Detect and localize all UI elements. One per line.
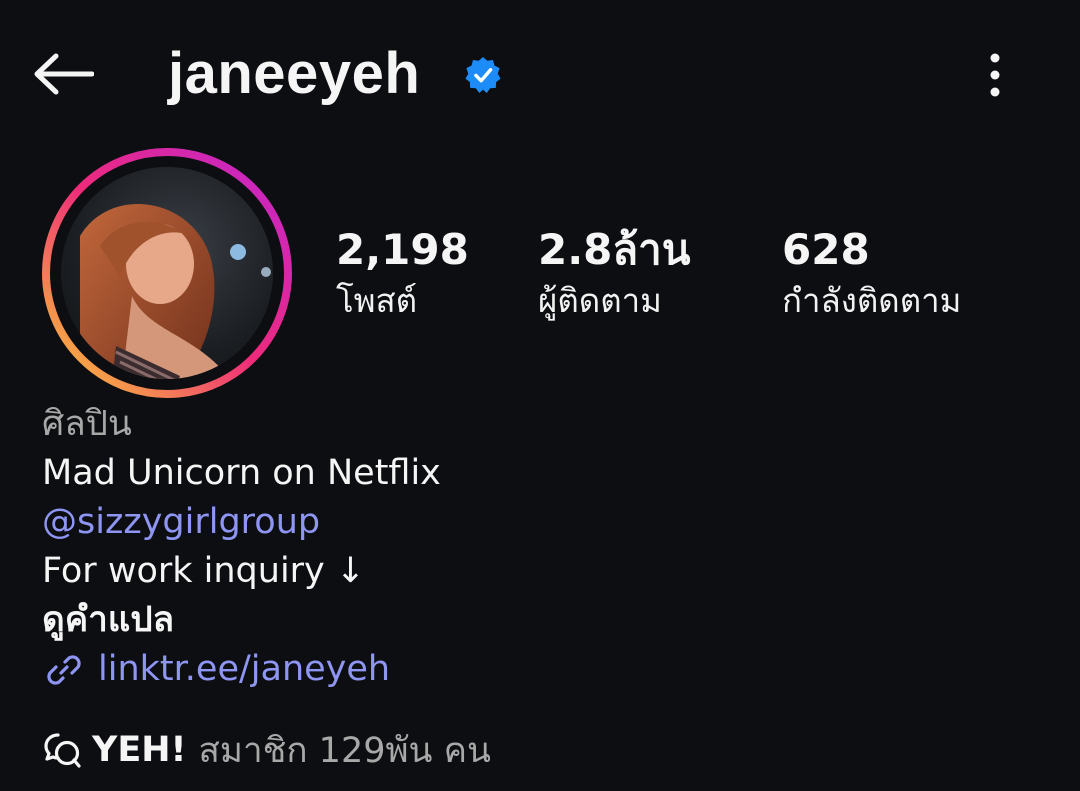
profile-category: ศิลปิน <box>42 404 132 444</box>
see-translation-button[interactable]: ดูคำแปล <box>42 596 1042 645</box>
followers-stat[interactable]: 2.8ล้าน ผู้ติดตาม <box>538 222 690 324</box>
arrow-left-icon <box>34 53 94 95</box>
bio-line-netflix: Mad Unicorn on Netflix <box>42 453 441 493</box>
verified-badge-icon <box>465 56 501 94</box>
profile-username: janeeyeh <box>168 41 421 106</box>
posts-label: โพสต์ <box>336 281 418 320</box>
posts-count: 2,198 <box>336 225 469 274</box>
profile-website-link[interactable]: linktr.ee/janeyeh <box>42 645 1042 694</box>
top-bar: janeeyeh <box>0 0 1080 150</box>
followers-label: ผู้ติดตาม <box>538 281 662 320</box>
followers-count: 2.8ล้าน <box>538 225 691 274</box>
link-icon <box>47 654 81 685</box>
chat-bubbles-icon <box>44 733 81 768</box>
website-link-text: linktr.ee/janeyeh <box>98 649 391 689</box>
following-count: 628 <box>782 225 870 274</box>
mention-link[interactable]: @sizzygirlgroup <box>42 498 1042 547</box>
bio-line-work-inquiry: For work inquiry ↓ <box>42 551 366 591</box>
profile-bio: ศิลปิน Mad Unicorn on Netflix @sizzygirl… <box>42 400 1042 694</box>
community-name: YEH! <box>92 730 187 770</box>
posts-stat[interactable]: 2,198 โพสต์ <box>336 222 469 324</box>
community-channel[interactable]: YEH! สมาชิก 129พัน คน <box>42 724 491 776</box>
following-label: กำลังติดตาม <box>782 281 962 320</box>
more-options-button[interactable] <box>970 48 1020 102</box>
following-stat[interactable]: 628 กำลังติดตาม <box>782 222 961 324</box>
community-members: สมาชิก 129พัน คน <box>198 730 491 771</box>
back-button[interactable] <box>30 44 96 104</box>
more-vertical-icon <box>990 53 1000 97</box>
avatar <box>42 148 292 398</box>
profile-avatar[interactable] <box>40 146 294 400</box>
